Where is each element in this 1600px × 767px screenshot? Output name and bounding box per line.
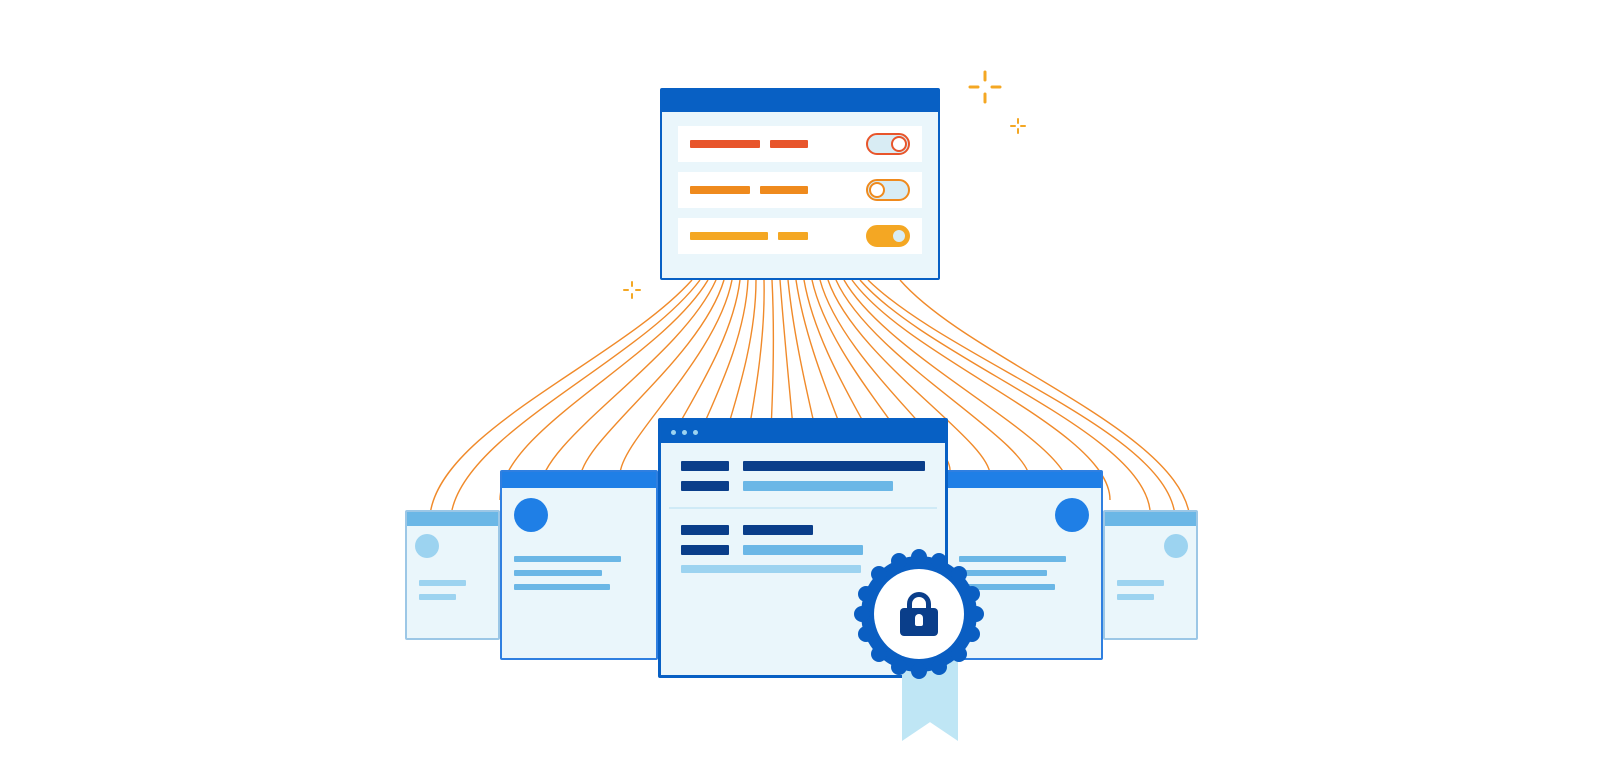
certificate-badge [860,555,1000,745]
text-placeholder [681,545,729,555]
window-titlebar [661,421,945,443]
settings-panel [660,88,940,280]
window-titlebar [947,472,1101,488]
certificate-seal-icon [415,534,439,558]
text-placeholder [419,580,466,586]
target-window-5 [1103,510,1198,640]
sparkle-icon [1010,118,1026,134]
text-placeholder [690,140,760,148]
certificate-seal-icon [1164,534,1188,558]
text-placeholder [681,525,729,535]
badge-inner-circle [874,569,964,659]
window-titlebar [662,90,938,112]
target-window-2 [500,470,658,660]
text-placeholder [770,140,808,148]
target-window-1 [405,510,500,640]
toggle-switch[interactable] [866,225,910,247]
certificate-seal-icon [514,498,548,532]
setting-row [678,172,922,208]
diagram-stage [0,0,1600,767]
text-placeholder [514,556,621,562]
text-placeholder [743,525,813,535]
text-placeholder [778,232,808,240]
lock-icon [900,592,938,636]
sparkle-icon [622,280,642,300]
text-placeholder [760,186,808,194]
window-titlebar [502,472,656,488]
text-placeholder [743,481,893,491]
text-placeholder [681,461,729,471]
text-placeholder [690,232,768,240]
text-placeholder [743,461,925,471]
toggle-switch[interactable] [866,133,910,155]
text-placeholder [514,570,602,576]
text-placeholder [514,584,610,590]
divider [669,507,937,509]
window-titlebar [407,512,498,526]
text-placeholder [1117,594,1154,600]
sparkle-icon [968,70,1002,104]
text-placeholder [690,186,750,194]
text-placeholder [681,481,729,491]
window-titlebar [1105,512,1196,526]
text-placeholder [681,565,861,573]
certificate-seal-icon [1055,498,1089,532]
text-placeholder [1117,580,1164,586]
setting-row [678,126,922,162]
text-placeholder [419,594,456,600]
setting-row [678,218,922,254]
toggle-switch[interactable] [866,179,910,201]
text-placeholder [743,545,863,555]
